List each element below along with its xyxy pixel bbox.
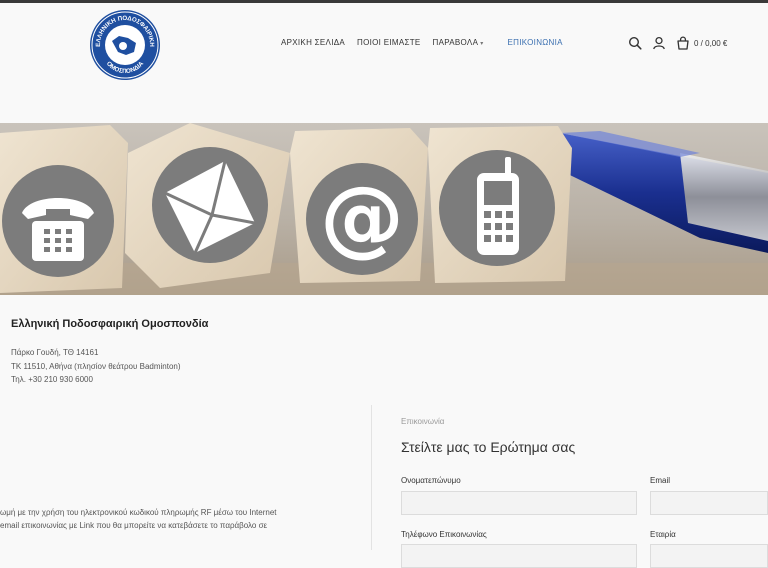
org-name: Ελληνική Ποδοσφαιρική Ομοσπονδία [11, 318, 209, 330]
svg-text:@: @ [320, 168, 404, 266]
nav-home[interactable]: ΑΡΧΙΚΗ ΣΕΛΙΔΑ [281, 38, 345, 47]
at-sign-cube: @ [290, 128, 428, 283]
header-actions: 0 / 0,00 € [628, 36, 727, 50]
address-line-2: ΤΚ 11510, Αθήνα (πλησίον θεάτρου Badmint… [11, 361, 181, 371]
phone-input[interactable] [401, 544, 637, 568]
payment-info-line-2: email επικοινωνίας με Link που θα μπορεί… [0, 521, 268, 530]
fullname-input[interactable] [401, 491, 637, 515]
payment-info-text: ωμή με την χρήση του ηλεκτρονικού κωδικο… [0, 506, 276, 532]
cart-total[interactable]: 0 / 0,00 € [694, 39, 727, 48]
form-title: Στείλτε μας το Ερώτημα σας [401, 439, 576, 455]
nav-contact[interactable]: ΕΠΙΚΟΙΝΩΝΙΑ [508, 38, 563, 47]
main-nav: ΑΡΧΙΚΗ ΣΕΛΙΔΑ ΠΟΙΟΙ ΕΙΜΑΣΤΕ ΠΑΡΑΒΟΛΑ ▾ ΕΠ… [281, 38, 575, 47]
mobile-phone-cube [428, 126, 572, 283]
nav-fees[interactable]: ΠΑΡΑΒΟΛΑ ▾ [433, 38, 496, 47]
form-eyebrow: Επικοινωνία [401, 417, 445, 426]
company-input[interactable] [650, 544, 768, 568]
envelope-cube [125, 123, 290, 288]
phone-label: Τηλέφωνο Επικοινωνίας [401, 530, 487, 539]
address-line-1: Πάρκο Γουδή, ΤΘ 14161 [11, 348, 99, 357]
address-block: Πάρκο Γουδή, ΤΘ 14161 ΤΚ 11510, Αθήνα (π… [11, 346, 208, 387]
search-icon[interactable] [628, 36, 642, 50]
user-icon[interactable] [652, 36, 666, 50]
phone-cube [0, 125, 128, 293]
email-label: Email [650, 476, 671, 485]
payment-info-line-1: ωμή με την χρήση του ηλεκτρονικού κωδικο… [0, 508, 277, 517]
site-logo[interactable]: ΕΛΛΗΝΙΚΗ ΠΟΔΟΣΦΑΙΡΙΚΗ ΟΜΟΣΠΟΝΔΙΑ [88, 8, 162, 82]
nav-fees-label: ΠΑΡΑΒΟΛΑ [432, 38, 479, 47]
email-input[interactable] [650, 491, 768, 515]
phone-number: Τηλ. +30 210 930 6000 [11, 375, 93, 384]
company-label: Εταιρία [650, 530, 676, 539]
chevron-down-icon: ▾ [480, 41, 484, 47]
contact-form: Επικοινωνία Στείλτε μας το Ερώτημα σας [401, 417, 575, 455]
cart-icon[interactable] [676, 36, 690, 50]
hero-banner: @ [0, 123, 768, 295]
nav-about[interactable]: ΠΟΙΟΙ ΕΙΜΑΣΤΕ [357, 38, 421, 47]
fullname-label: Ονοματεπώνυμο [401, 476, 461, 485]
column-divider [371, 405, 372, 550]
contact-info: Ελληνική Ποδοσφαιρική Ομοσπονδία Πάρκο Γ… [11, 318, 208, 387]
site-header: ΕΛΛΗΝΙΚΗ ΠΟΔΟΣΦΑΙΡΙΚΗ ΟΜΟΣΠΟΝΔΙΑ ΑΡΧΙΚΗ … [0, 3, 768, 123]
